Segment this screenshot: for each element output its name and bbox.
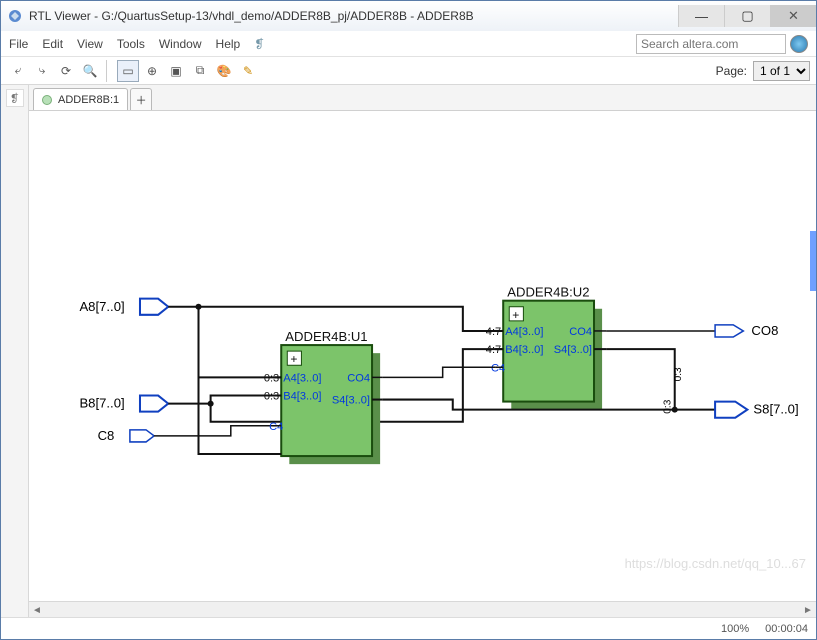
globe-icon[interactable]: [790, 35, 808, 53]
page-label: Page:: [716, 64, 747, 78]
close-button[interactable]: ✕: [770, 5, 816, 27]
svg-text:A8[7..0]: A8[7..0]: [79, 299, 124, 314]
refresh-button[interactable]: ⟳: [55, 60, 77, 82]
highlight-button[interactable]: ✎: [237, 60, 259, 82]
svg-text:0:3: 0:3: [264, 372, 279, 384]
menubar: File Edit View Tools Window Help ❡: [1, 31, 816, 57]
svg-text:B4[3..0]: B4[3..0]: [283, 391, 321, 403]
tab-label: ADDER8B:1: [58, 94, 119, 106]
titlebar: RTL Viewer - G:/QuartusSetup-13/vhdl_dem…: [1, 1, 816, 31]
menu-help[interactable]: Help: [216, 37, 241, 51]
svg-text:A4[3..0]: A4[3..0]: [505, 326, 543, 338]
menu-window[interactable]: Window: [159, 37, 202, 51]
svg-text:0:3: 0:3: [663, 399, 674, 413]
pan-tool[interactable]: ⧉: [189, 60, 211, 82]
toolbar: ⤶ ⤷ ⟳ 🔍 ▭ ⊕ ▣ ⧉ 🎨 ✎ Page: 1 of 1: [1, 57, 816, 85]
menu-edit[interactable]: Edit: [42, 37, 63, 51]
scroll-left-arrow[interactable]: ◄: [29, 602, 45, 617]
svg-text:CO4: CO4: [569, 326, 592, 338]
block-u2[interactable]: ADDER4B:U2 + 4:7 A4[3..0] 4:7 B4[3..0] C…: [486, 285, 606, 410]
svg-text:S4[3..0]: S4[3..0]: [554, 344, 592, 356]
svg-text:CO8: CO8: [751, 323, 778, 338]
status-bar: 100% 00:00:04: [1, 617, 816, 639]
svg-text:C4: C4: [269, 421, 283, 433]
port-s8: S8[7..0]: [715, 402, 799, 418]
block-u1[interactable]: ADDER4B:U1 + 0:3 A4[3..0] 0:3 B4[3..0] C…: [264, 329, 382, 464]
scroll-right-arrow[interactable]: ►: [800, 602, 816, 617]
zoom-tool[interactable]: ⊕: [141, 60, 163, 82]
fit-tool[interactable]: ▣: [165, 60, 187, 82]
svg-text:4:7: 4:7: [486, 344, 501, 356]
svg-text:C8: C8: [98, 428, 115, 443]
left-gutter: ❡: [1, 85, 29, 617]
tab-adder8b[interactable]: ADDER8B:1: [33, 88, 128, 110]
horizontal-scrollbar[interactable]: ◄ ►: [29, 601, 816, 617]
svg-text:+: +: [290, 352, 297, 366]
svg-text:S4[3..0]: S4[3..0]: [332, 395, 370, 407]
nav-fwd-button[interactable]: ⤷: [31, 60, 53, 82]
svg-text:B8[7..0]: B8[7..0]: [79, 396, 124, 411]
palette-button[interactable]: 🎨: [213, 60, 235, 82]
menu-view[interactable]: View: [77, 37, 103, 51]
port-a8: A8[7..0]: [79, 299, 168, 315]
minimize-button[interactable]: —: [678, 5, 724, 27]
help-hint-icon[interactable]: ❡: [254, 37, 264, 51]
search-input[interactable]: [636, 34, 786, 54]
status-zoom: 100%: [721, 623, 749, 635]
svg-text:4:7: 4:7: [486, 326, 501, 338]
svg-text:CO4: CO4: [347, 372, 370, 384]
svg-text:S8[7..0]: S8[7..0]: [753, 402, 798, 417]
pointer-tool[interactable]: ▭: [117, 60, 139, 82]
page-select[interactable]: 1 of 1: [753, 61, 810, 81]
svg-text:C4: C4: [491, 362, 505, 374]
svg-text:ADDER4B:U2: ADDER4B:U2: [507, 285, 589, 300]
svg-text:B4[3..0]: B4[3..0]: [505, 344, 543, 356]
maximize-button[interactable]: ▢: [724, 5, 770, 27]
svg-text:ADDER4B:U1: ADDER4B:U1: [285, 329, 367, 344]
svg-text:0:3: 0:3: [264, 391, 279, 403]
svg-text:+: +: [512, 308, 519, 322]
watermark: https://blog.csdn.net/qq_10...67: [625, 556, 806, 571]
status-time: 00:00:04: [765, 623, 808, 635]
menu-file[interactable]: File: [9, 37, 28, 51]
menu-tools[interactable]: Tools: [117, 37, 145, 51]
gutter-tooltip-icon[interactable]: ❡: [6, 89, 24, 107]
app-icon: [7, 8, 23, 24]
tab-status-icon: [42, 95, 52, 105]
port-b8: B8[7..0]: [79, 396, 168, 412]
port-co8: CO8: [715, 323, 778, 338]
window-title: RTL Viewer - G:/QuartusSetup-13/vhdl_dem…: [29, 9, 678, 23]
svg-text:A4[3..0]: A4[3..0]: [283, 372, 321, 384]
schematic-canvas[interactable]: A8[7..0] B8[7..0] C8: [29, 111, 816, 601]
nav-back-button[interactable]: ⤶: [7, 60, 29, 82]
find-button[interactable]: 🔍: [79, 60, 101, 82]
tab-add-button[interactable]: ＋: [130, 88, 152, 110]
port-c8: C8: [98, 428, 155, 443]
svg-text:0:3: 0:3: [673, 367, 684, 381]
tabstrip: ADDER8B:1 ＋: [29, 85, 816, 111]
